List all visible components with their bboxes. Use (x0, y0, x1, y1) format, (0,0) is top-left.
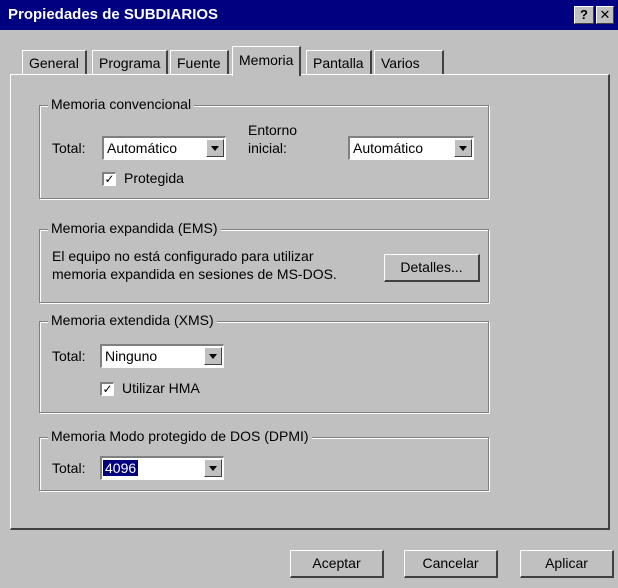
conv-total-label: Total: (52, 140, 86, 156)
extended-memory-legend: Memoria extendida (XMS) (48, 312, 217, 328)
title-bar: Propiedades de SUBDIARIOS ? ✕ (0, 0, 618, 30)
dpmi-total-select[interactable]: 4096 (100, 456, 224, 480)
entorno-label-line1: Entorno (248, 122, 298, 138)
memoria-tab-panel: Memoria convencional Total: Automático E… (10, 74, 610, 530)
tab-general[interactable]: General (22, 50, 87, 74)
details-button[interactable]: Detalles... (384, 254, 480, 282)
xms-total-value: Ninguno (105, 348, 158, 364)
conv-total-value: Automático (107, 140, 178, 156)
conventional-memory-group: Memoria convencional Total: Automático E… (39, 96, 489, 199)
chevron-down-icon[interactable] (206, 139, 224, 157)
dpmi-total-value: 4096 (103, 460, 139, 476)
tab-pantalla[interactable]: Pantalla (306, 50, 372, 74)
chevron-down-icon[interactable] (454, 139, 472, 157)
hma-label: Utilizar HMA (122, 380, 200, 396)
close-button[interactable]: ✕ (596, 6, 614, 24)
help-button[interactable]: ? (574, 6, 594, 24)
ems-text-line1: El equipo no está configurado para utili… (52, 248, 314, 264)
expanded-memory-legend: Memoria expandida (EMS) (48, 220, 221, 236)
protegida-label: Protegida (124, 170, 184, 186)
xms-total-select[interactable]: Ninguno (100, 344, 224, 368)
entorno-select[interactable]: Automático (348, 136, 474, 160)
entorno-label-line2: inicial: (248, 140, 287, 156)
xms-total-label: Total: (52, 348, 86, 364)
conventional-memory-legend: Memoria convencional (48, 96, 195, 112)
cancel-button[interactable]: Cancelar (404, 550, 498, 578)
chevron-down-icon[interactable] (204, 347, 222, 365)
tab-memoria[interactable]: Memoria (232, 46, 302, 76)
apply-button[interactable]: Aplicar (520, 550, 614, 578)
extended-memory-group: Memoria extendida (XMS) Total: Ninguno ✓… (39, 312, 489, 413)
chevron-down-icon[interactable] (204, 459, 222, 477)
tab-varios[interactable]: Varios (374, 50, 444, 74)
tab-fuente[interactable]: Fuente (170, 50, 229, 74)
tab-programa[interactable]: Programa (92, 50, 169, 74)
hma-checkbox[interactable]: ✓ (100, 382, 114, 396)
dpmi-memory-group: Memoria Modo protegido de DOS (DPMI) Tot… (39, 428, 489, 491)
protegida-checkbox[interactable]: ✓ (102, 172, 116, 186)
accept-button[interactable]: Aceptar (290, 550, 384, 578)
window-title: Propiedades de SUBDIARIOS (8, 6, 219, 23)
ems-text-line2: memoria expandida en sesiones de MS-DOS. (52, 266, 337, 282)
dpmi-total-label: Total: (52, 460, 86, 476)
dpmi-memory-legend: Memoria Modo protegido de DOS (DPMI) (48, 428, 312, 444)
entorno-value: Automático (353, 140, 424, 156)
conv-total-select[interactable]: Automático (102, 136, 226, 160)
expanded-memory-group: Memoria expandida (EMS) El equipo no est… (39, 220, 489, 303)
